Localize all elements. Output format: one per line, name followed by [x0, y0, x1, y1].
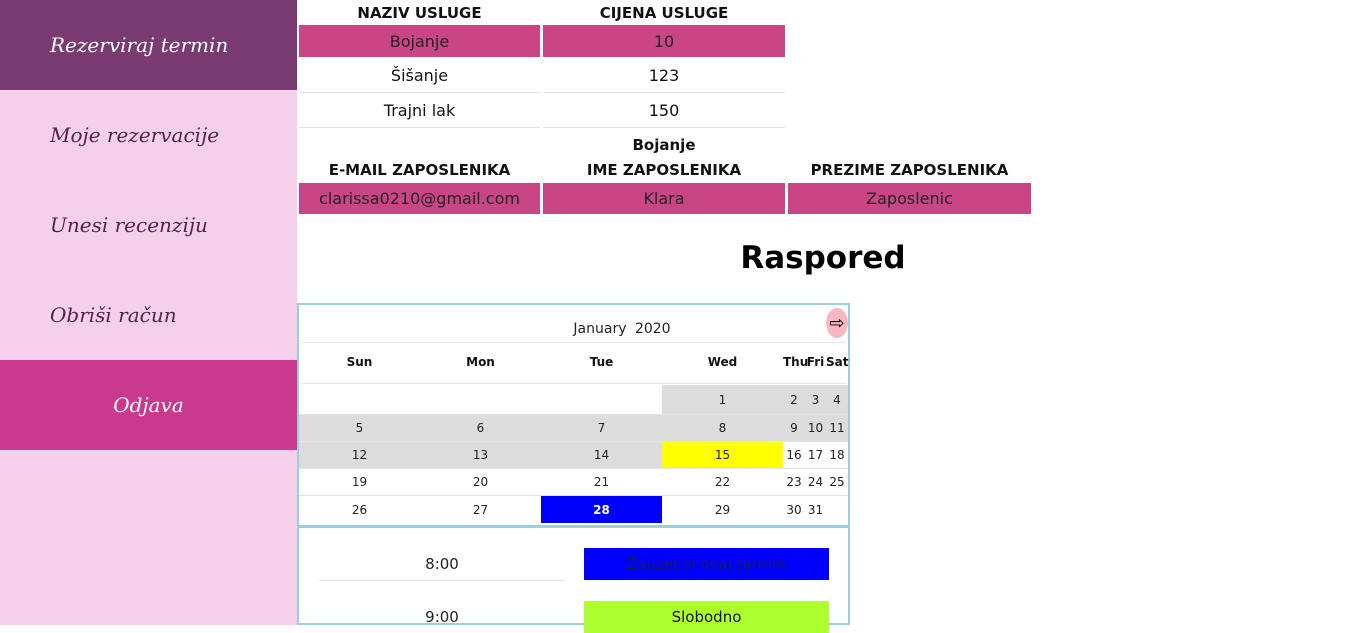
sidebar: Rezerviraj termin Moje rezervacije Unesi…: [0, 0, 297, 625]
calendar-day[interactable]: 27: [420, 496, 541, 523]
nav-moje-rezervacije[interactable]: Moje rezervacije: [0, 90, 297, 180]
schedule-title: Raspored: [740, 240, 906, 276]
calendar-day[interactable]: 13: [420, 442, 541, 469]
day-of-week-label: Sat: [826, 355, 849, 369]
calendar-day[interactable]: 15: [662, 442, 783, 469]
day-of-week-label: Sun: [346, 355, 373, 369]
service-price-cell[interactable]: 123: [543, 59, 785, 93]
calendar-day[interactable]: 26: [299, 496, 420, 523]
nav-label: Unesi recenziju: [50, 213, 208, 237]
calendar-day[interactable]: 22: [662, 469, 783, 496]
calendar-day[interactable]: 3: [805, 385, 826, 415]
day-of-week-label: Wed: [707, 355, 738, 369]
services-header-price: CIJENA USLUGE: [599, 4, 729, 22]
calendar-day[interactable]: 4: [826, 385, 848, 415]
nav-label: Odjava: [113, 393, 184, 417]
calendar-day[interactable]: 10: [805, 415, 826, 442]
arrow-right-icon: ⇨: [829, 312, 845, 334]
day-of-week-label: Tue: [589, 355, 614, 369]
calendar-day[interactable]: 29: [662, 496, 783, 523]
nav-odjava[interactable]: Odjava: [0, 360, 297, 450]
calendar-day[interactable]: 23: [783, 469, 805, 496]
calendar-day[interactable]: 31: [805, 496, 826, 523]
slot-status-button[interactable]: Zauzet si ovaj termin: [584, 548, 829, 580]
nav-label: Rezerviraj termin: [50, 33, 229, 57]
calendar-empty-cell: [826, 496, 848, 523]
calendar-day[interactable]: 5: [299, 415, 420, 442]
service-name-cell[interactable]: Trajni lak: [299, 94, 540, 128]
calendar-year: 2020: [634, 321, 671, 337]
employee-email-cell[interactable]: clarissa0210@gmail.com: [299, 183, 540, 214]
calendar-empty-cell: [299, 385, 420, 415]
calendar-day[interactable]: 8: [662, 415, 783, 442]
nav-label: Obriši račun: [50, 303, 177, 327]
calendar-day[interactable]: 20: [420, 469, 541, 496]
slot-divider: [319, 580, 565, 581]
employee-header-email: E-MAIL ZAPOSLENIKA: [328, 161, 511, 179]
calendar-divider: [301, 383, 846, 384]
calendar-day[interactable]: 25: [826, 469, 848, 496]
employee-last-name-cell[interactable]: Zaposlenic: [788, 183, 1031, 214]
day-of-week-label: Thu: [783, 355, 809, 369]
services-header-name: NAZIV USLUGE: [357, 4, 482, 22]
service-name-cell[interactable]: Bojanje: [299, 25, 540, 57]
slot-status-button[interactable]: Slobodno: [584, 601, 829, 633]
calendar-empty-cell: [541, 385, 662, 415]
calendar-day[interactable]: 11: [826, 415, 848, 442]
nav-obrisi-racun[interactable]: Obriši račun: [0, 270, 297, 360]
calendar-month: January: [573, 321, 627, 337]
employee-header-first-name: IME ZAPOSLENIKA: [586, 161, 742, 179]
calendar-day[interactable]: 7: [541, 415, 662, 442]
service-price-cell[interactable]: 10: [543, 25, 785, 57]
calendar-day[interactable]: 19: [299, 469, 420, 496]
calendar-day[interactable]: 17: [805, 442, 826, 469]
slot-time: 9:00: [425, 608, 459, 626]
day-of-week-label: Mon: [466, 355, 495, 369]
employee-service-label: Bojanje: [632, 136, 696, 154]
day-of-week-label: Fri: [806, 355, 825, 369]
slot-time: 8:00: [425, 555, 459, 573]
calendar-day[interactable]: 28: [541, 496, 662, 523]
calendar-empty-cell: [420, 385, 541, 415]
service-price-cell[interactable]: 150: [543, 94, 785, 128]
calendar-day[interactable]: 24: [805, 469, 826, 496]
calendar-day[interactable]: 14: [541, 442, 662, 469]
calendar-day[interactable]: 16: [783, 442, 805, 469]
calendar-day[interactable]: 18: [826, 442, 848, 469]
calendar-month-label: January 2020: [299, 321, 945, 337]
calendar-divider: [301, 342, 846, 343]
nav-unesi-recenziju[interactable]: Unesi recenziju: [0, 180, 297, 270]
employee-first-name-cell[interactable]: Klara: [543, 183, 785, 214]
calendar: January 2020 ⇨ Sun Mon Tue Wed Thu Fri Sat 123…: [297, 303, 850, 633]
nav-rezerviraj-termin[interactable]: Rezerviraj termin: [0, 0, 297, 90]
calendar-day[interactable]: 12: [299, 442, 420, 469]
calendar-day[interactable]: 1: [662, 385, 783, 415]
next-month-button[interactable]: ⇨: [826, 308, 848, 338]
nav-label: Moje rezervacije: [50, 123, 220, 147]
calendar-day[interactable]: 9: [783, 415, 805, 442]
calendar-separator: [299, 525, 848, 528]
calendar-day[interactable]: 30: [783, 496, 805, 523]
calendar-day[interactable]: 2: [783, 385, 805, 415]
calendar-day[interactable]: 6: [420, 415, 541, 442]
calendar-day[interactable]: 21: [541, 469, 662, 496]
service-name-cell[interactable]: Šišanje: [299, 59, 540, 93]
employee-header-last-name: PREZIME ZAPOSLENIKA: [810, 161, 1009, 179]
